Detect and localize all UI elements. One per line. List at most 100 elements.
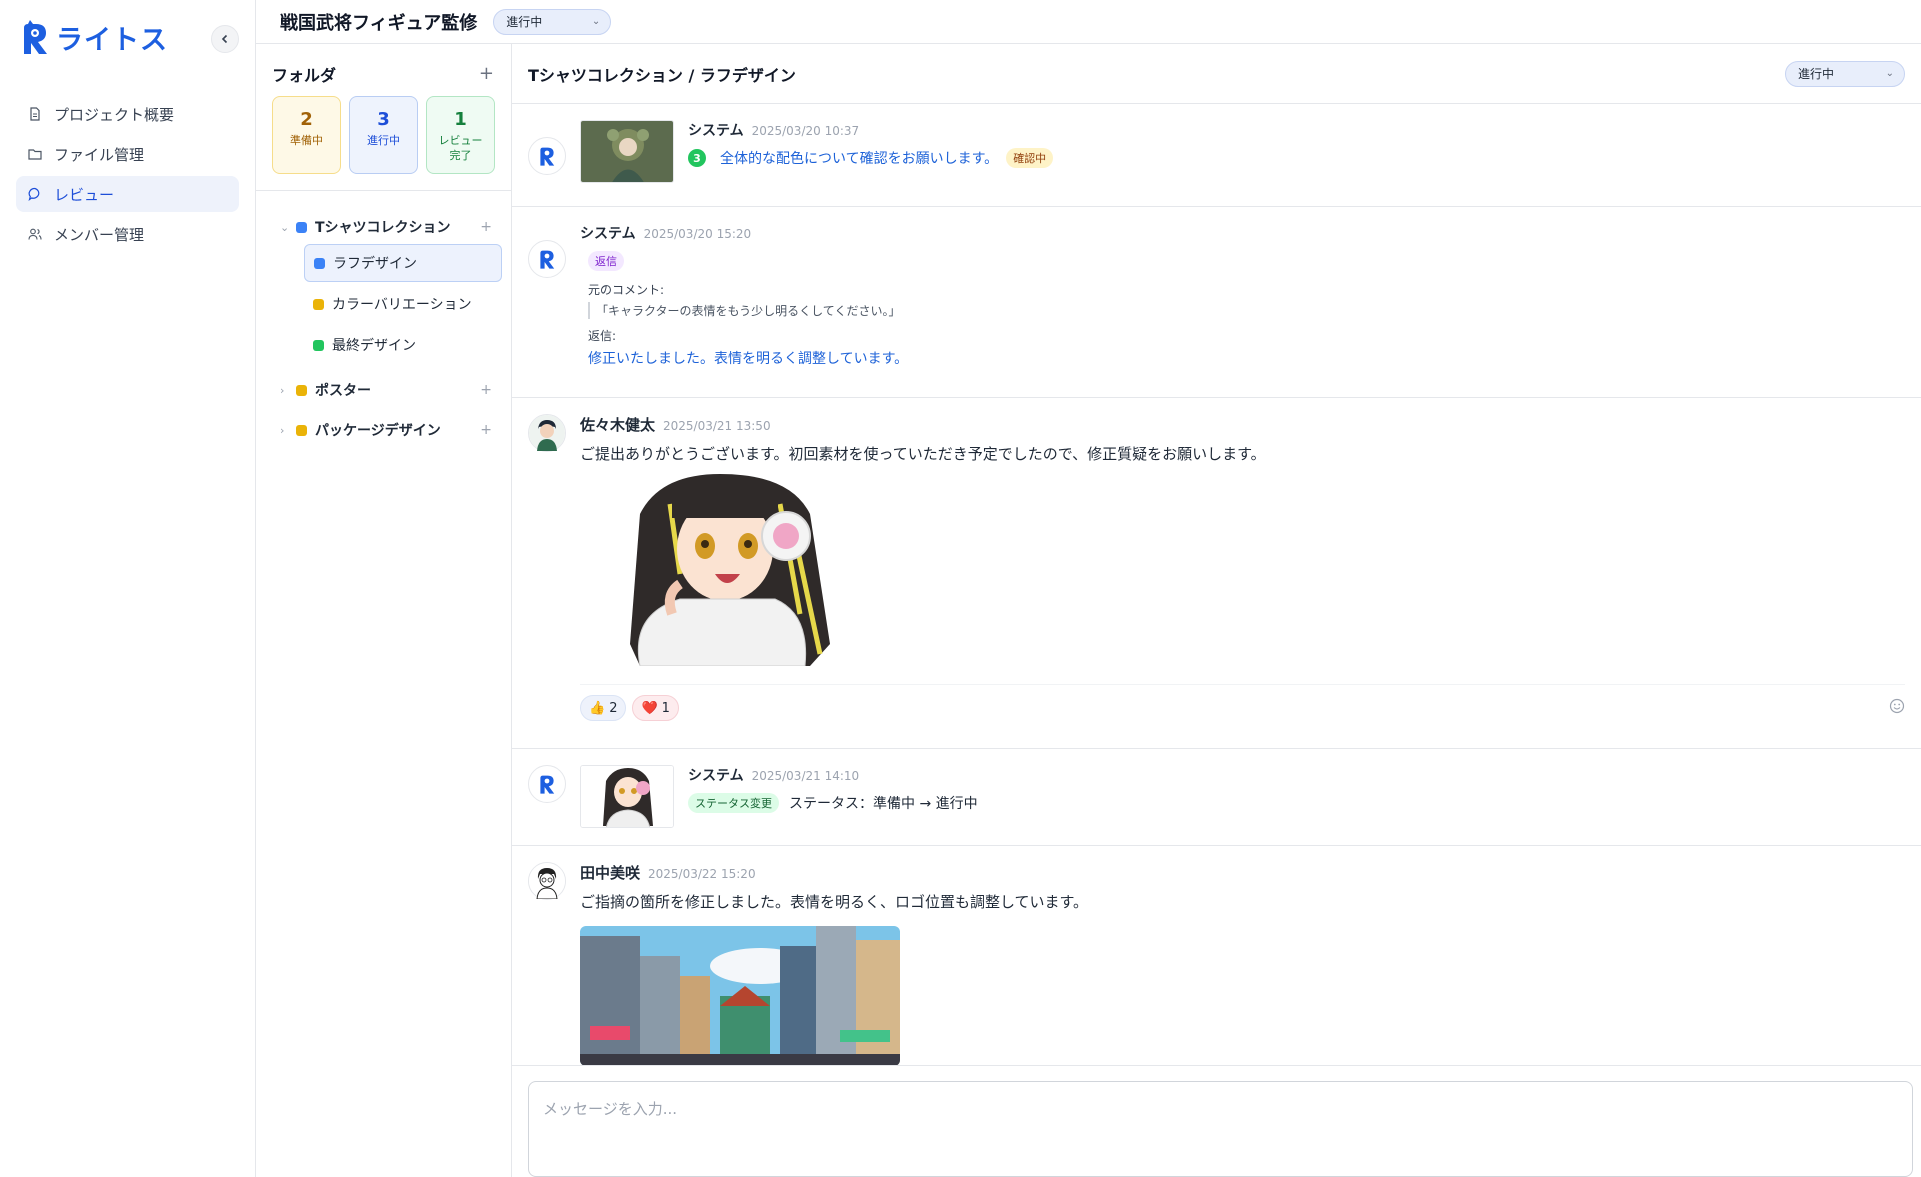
nav-item-review[interactable]: レビュー [16,176,239,212]
message-content: 3 全体的な配色について確認をお願いします。 確認中 [688,148,1905,168]
heart-icon: ❤️ [641,700,658,716]
nav-item-member-management[interactable]: メンバー管理 [16,216,239,252]
folder-label: Tシャツコレクション [315,220,451,236]
add-reaction-button[interactable] [1889,698,1905,718]
app-logo[interactable]: ライトス [20,18,168,57]
reply-block: 返信 元のコメント: 「キャラクターの表情をもう少し明るくしてください。」 返信… [580,251,1905,368]
message-text: ご指摘の箇所を修正しました。表情を明るく、ロゴ位置も調整しています。 [580,893,1089,911]
system-avatar [528,765,566,803]
annotation-link[interactable]: 全体的な配色について確認をお願いします。 [720,148,998,168]
stat-review-complete[interactable]: 1 レビュー完了 [426,96,495,174]
chevron-right-icon[interactable]: › [280,424,296,437]
user-avatar[interactable] [528,862,566,900]
folder-icon [28,149,42,160]
add-subfolder-button[interactable]: + [480,219,492,235]
message-meta: 佐々木健太 2025/03/21 13:50 [580,414,1905,435]
annotation-number-badge[interactable]: 3 [688,149,706,167]
chat-panel: Tシャツコレクション / ラフデザイン 進行中 ⌄ システム 2025/03/2… [512,44,1921,1177]
folder-item-rough-design[interactable]: ラフデザイン [304,244,502,282]
message-author: システム [688,768,744,784]
message-meta: 田中美咲 2025/03/22 15:20 [580,862,1905,883]
message-time: 2025/03/21 13:50 [663,419,771,433]
folder-label: 最終デザイン [332,338,416,354]
logo-icon [540,147,555,166]
logo-icon [24,19,47,54]
attachment-image[interactable] [600,474,900,667]
folder-color-dot [296,384,307,396]
stat-label: レビュー完了 [438,134,483,162]
stat-count: 3 [377,109,390,130]
message-input[interactable] [528,1081,1913,1177]
top-header: 戦国武将フィギュア監修 進行中 ⌄ [256,0,1921,44]
reaction-heart[interactable]: ❤️ 1 [632,695,679,721]
stat-in-progress[interactable]: 3 進行中 [349,96,418,174]
divider [256,190,511,191]
folder-color-dot [296,221,307,233]
reaction-bar: 👍 2 ❤️ 1 [580,684,1905,721]
status-badge: 確認中 [1006,148,1054,168]
collapse-sidebar-button[interactable] [211,25,239,53]
folder-panel-header: フォルダ + [272,62,494,86]
folder-color-dot [296,424,307,436]
nav-list: プロジェクト概要 ファイル管理 レビュー メンバー管理 [16,96,239,256]
reaction-thumbs-up[interactable]: 👍 2 [580,695,627,721]
message-body: システム 2025/03/20 15:20 返信 元のコメント: 「キャラクター… [580,223,1905,385]
chat-icon [28,187,40,201]
add-folder-button[interactable]: + [479,65,494,83]
nav-item-label: レビュー [54,185,115,204]
anime-illustration-icon [600,474,900,667]
city-illustration-icon [580,926,900,1065]
message-item: システム 2025/03/20 10:37 3 全体的な配色について確認をお願い… [512,104,1921,207]
folder-status-select[interactable]: 進行中 ⌄ [1785,60,1905,87]
project-status-select[interactable]: 進行中 ⌄ [493,8,612,35]
message-author: 佐々木健太 [580,416,656,434]
user-avatar[interactable] [528,414,566,452]
message-list[interactable]: システム 2025/03/20 10:37 3 全体的な配色について確認をお願い… [512,104,1921,1065]
system-avatar [528,240,566,278]
anime-thumbnail-icon [581,766,673,827]
folder-item-color-variation[interactable]: カラーバリエーション [304,285,502,323]
folder-panel: フォルダ + 2 準備中 3 進行中 1 レビュー完了 ⌄ Tシャツコレクション… [256,44,512,1177]
message-item: 佐々木健太 2025/03/21 13:50 ご提出ありがとうございます。初回素… [512,398,1921,749]
folder-item-poster[interactable]: › ポスター + [280,373,502,407]
logo-icon [540,250,555,269]
stat-preparing[interactable]: 2 準備中 [272,96,341,174]
nav-item-project-overview[interactable]: プロジェクト概要 [16,96,239,132]
folder-item-final-design[interactable]: 最終デザイン [304,326,502,364]
chevron-down-icon: ⌄ [591,16,601,27]
message-body: 佐々木健太 2025/03/21 13:50 ご提出ありがとうございます。初回素… [580,414,1905,736]
person-avatar-icon [529,415,565,451]
nav-item-label: メンバー管理 [54,225,145,244]
message-author: システム [580,226,636,242]
reply-label: 返信: [588,329,617,343]
attachment-thumbnail[interactable] [580,120,674,183]
project-status-value: 進行中 [506,15,543,29]
attachment-thumbnail[interactable] [580,765,674,828]
chevron-down-icon[interactable]: ⌄ [280,221,296,234]
message-time: 2025/03/20 15:20 [643,227,752,241]
attachment-image[interactable] [580,926,900,1065]
original-comment-label: 元のコメント: [588,283,665,297]
add-subfolder-button[interactable]: + [480,382,492,398]
message-author: 田中美咲 [580,864,641,882]
person-avatar-icon [529,863,565,899]
message-item: システム 2025/03/21 14:10 ステータス変更 ステータス：準備中 … [512,749,1921,846]
folder-item-tshirt[interactable]: ⌄ Tシャツコレクション + [280,210,502,244]
chevron-down-icon: ⌄ [1885,68,1894,79]
folder-label: パッケージデザイン [315,423,441,439]
message-author: システム [688,123,744,139]
sidebar: ライトス プロジェクト概要 ファイル管理 レビュー メンバー管理 [0,0,256,1177]
folder-item-package-design[interactable]: › パッケージデザイン + [280,413,502,447]
reply-text: 修正いたしました。表情を明るく調整しています。 [588,351,909,367]
message-content: ステータス変更 ステータス：準備中 → 進行中 [688,793,1905,813]
nav-item-file-management[interactable]: ファイル管理 [16,136,239,172]
message-text: ご提出ありがとうございます。初回素材を使っていただき予定でしたので、修正質疑をお… [580,445,1266,463]
system-avatar [528,137,566,175]
chevron-left-icon [221,34,228,44]
add-subfolder-button[interactable]: + [480,422,492,438]
folder-label: カラーバリエーション [332,297,472,313]
chevron-right-icon[interactable]: › [280,384,296,397]
document-icon [30,107,40,121]
reaction-count: 1 [661,700,670,716]
status-summary: 2 準備中 3 進行中 1 レビュー完了 [272,96,495,174]
